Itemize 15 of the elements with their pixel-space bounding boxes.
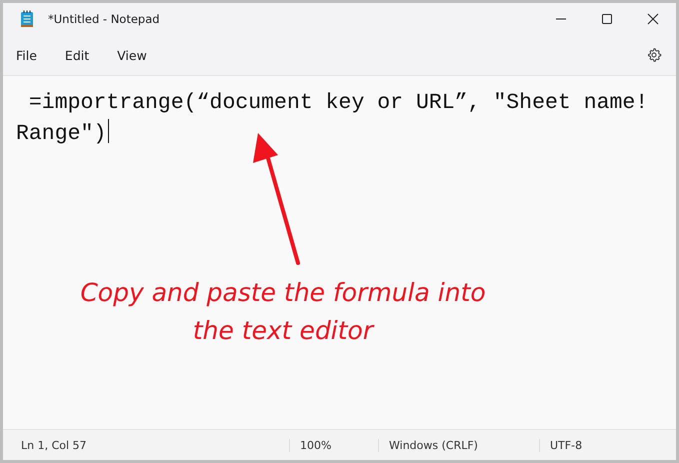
window-title: *Untitled - Notepad <box>48 12 160 26</box>
status-item: Ln 1, Col 57 <box>20 438 88 452</box>
annotation-text: Copy and paste the formula into the text editor <box>79 277 487 347</box>
status-item: UTF-8 <box>539 438 592 452</box>
menu-item[interactable]: Edit <box>54 42 100 68</box>
editor-text: =importrange(“document key or URL”, "Sheet name!Range") <box>15 90 650 148</box>
maximize-icon <box>601 13 613 25</box>
status-item: 100% <box>289 438 378 452</box>
settings-icon <box>646 47 662 63</box>
close-icon <box>647 13 659 25</box>
menu-item[interactable]: View <box>107 42 157 68</box>
text-editor[interactable]: =importrange(“document key or URL”, "Sheet name!Range") Copy and paste the formula into the text editor <box>3 76 676 429</box>
notepad-icon <box>20 10 34 28</box>
status-item: Windows (CRLF) <box>378 438 539 452</box>
menu-item[interactable]: File <box>6 42 47 68</box>
